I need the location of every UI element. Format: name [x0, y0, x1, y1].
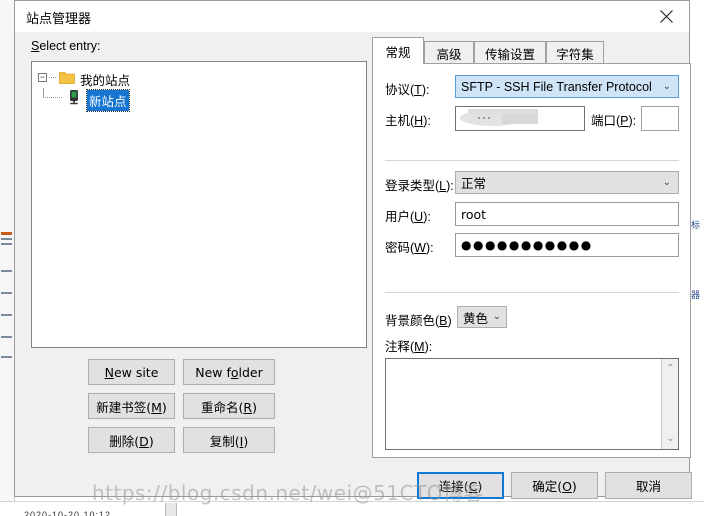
site-manager-dialog: 站点管理器 Select entry: − 我的站点 新站点 New site …	[14, 0, 692, 499]
expander-icon[interactable]: −	[38, 73, 47, 82]
background-color-label: 背景颜色(B)	[385, 314, 452, 328]
site-tree[interactable]: − 我的站点 新站点	[31, 61, 367, 348]
background-bottom-text: 2020-10-20 10:12	[24, 510, 112, 516]
port-input[interactable]	[641, 106, 679, 131]
background-bottom-strip: 2020-10-20 10:12	[0, 501, 704, 516]
scroll-up-icon[interactable]: ⌃	[662, 361, 679, 377]
general-tab-panel: 协议(T): SFTP - SSH File Transfer Protocol…	[372, 63, 691, 458]
chevron-down-icon: ⌄	[662, 80, 671, 92]
comments-scrollbar[interactable]: ⌃ ⌄	[661, 359, 678, 449]
close-icon[interactable]	[643, 1, 689, 31]
tab-charset[interactable]: 字符集	[546, 41, 604, 64]
tab-advanced[interactable]: 高级	[424, 41, 474, 64]
port-label: 端口(P):	[591, 114, 637, 128]
divider	[385, 292, 679, 293]
password-input[interactable]: ●●●●●●●●●●●	[455, 233, 679, 257]
delete-button[interactable]: 删除(D)	[88, 427, 175, 453]
tab-transfer-settings[interactable]: 传输设置	[474, 41, 546, 64]
connect-button[interactable]: 连接(C)	[417, 472, 504, 499]
tab-general[interactable]: 常规	[372, 37, 424, 64]
window-title: 站点管理器	[26, 12, 92, 27]
background-color-select[interactable]: 黄色 ⌄	[457, 306, 507, 328]
comments-textarea[interactable]: ⌃ ⌄	[385, 358, 679, 450]
logon-type-select[interactable]: 正常 ⌄	[455, 171, 679, 194]
new-bookmark-button[interactable]: 新建书签(M)	[88, 393, 175, 419]
host-input[interactable]	[455, 106, 585, 131]
folder-icon	[59, 72, 75, 84]
screen: 标 器 2020-10-20 10:12 站点管理器 Select entry:	[0, 0, 704, 516]
chevron-down-icon: ⌄	[662, 176, 671, 188]
protocol-select[interactable]: SFTP - SSH File Transfer Protocol ⌄	[455, 75, 679, 98]
tree-item-new-site[interactable]: 新站点	[32, 88, 366, 112]
duplicate-button[interactable]: 复制(I)	[183, 427, 275, 453]
comments-label: 注释(M):	[385, 340, 433, 354]
protocol-label: 协议(T):	[385, 83, 430, 97]
tree-item-label: 我的站点	[80, 74, 131, 88]
select-entry-label: Select entry:	[31, 39, 101, 53]
password-label: 密码(W):	[385, 241, 434, 255]
rename-button[interactable]: 重命名(R)	[183, 393, 275, 419]
ok-button[interactable]: 确定(O)	[511, 472, 598, 499]
settings-tabs: 常规 高级 传输设置 字符集	[372, 37, 691, 64]
new-folder-button[interactable]: New folder	[183, 359, 275, 385]
chevron-down-icon: ⌄	[492, 311, 501, 322]
tree-item-label: 新站点	[86, 89, 130, 112]
background-scrollbar-thumb[interactable]	[165, 503, 177, 516]
new-site-button[interactable]: New site	[88, 359, 175, 385]
user-input[interactable]: root	[455, 202, 679, 226]
background-left-rail	[0, 0, 15, 516]
title-bar: 站点管理器	[15, 1, 689, 33]
user-label: 用户(U):	[385, 210, 431, 224]
host-label: 主机(H):	[385, 114, 431, 128]
host-value-redaction	[460, 109, 538, 126]
tree-item-my-sites[interactable]: − 我的站点	[32, 68, 366, 88]
logon-type-label: 登录类型(L):	[385, 179, 454, 193]
cancel-button[interactable]: 取消	[605, 472, 692, 499]
scroll-down-icon[interactable]: ⌄	[662, 431, 679, 447]
divider	[385, 160, 679, 161]
server-icon	[70, 90, 78, 105]
